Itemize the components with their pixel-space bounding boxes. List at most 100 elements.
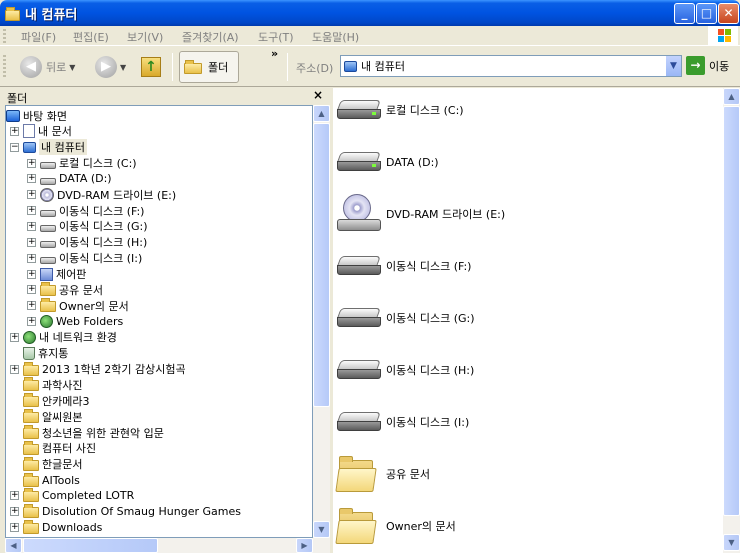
tree-item-label: 바탕 화면 <box>23 109 67 123</box>
tree-item[interactable]: 과학사진 <box>10 377 82 392</box>
scroll-thumb[interactable] <box>723 106 740 516</box>
menu-help[interactable]: 도움말(H) <box>312 29 359 45</box>
menu-bar: 파일(F) 편집(E) 보기(V) 즐겨찾기(A) 도구(T) 도움말(H) <box>0 26 740 46</box>
minimize-button[interactable]: _ <box>674 3 695 24</box>
expand-icon[interactable]: + <box>10 523 19 533</box>
tree-horizontal-scrollbar[interactable]: ◀ ▶ <box>5 538 330 553</box>
title-bar[interactable]: 내 컴퓨터 _ □ ✕ <box>0 0 740 26</box>
expand-icon[interactable]: + <box>27 317 36 327</box>
tree-item[interactable]: 바탕 화면 <box>6 108 67 123</box>
collapse-icon[interactable]: − <box>10 142 19 152</box>
expand-icon[interactable]: + <box>27 269 36 279</box>
address-dropdown-button[interactable]: ▼ <box>665 56 681 76</box>
go-label: 이동 <box>709 59 730 73</box>
tree-item[interactable]: + 공유 문서 <box>27 282 103 297</box>
tree-item-label: 청소년을 위한 관현악 입문 <box>42 426 164 440</box>
expand-icon[interactable]: + <box>10 491 19 501</box>
expand-icon[interactable]: + <box>27 158 36 168</box>
maximize-button[interactable]: □ <box>696 3 717 24</box>
expand-icon[interactable]: + <box>27 221 36 231</box>
menu-view[interactable]: 보기(V) <box>127 29 163 45</box>
tree-item[interactable]: + 이동식 디스크 (F:) <box>27 203 144 218</box>
drive-item[interactable]: 이동식 디스크 (F:) <box>337 246 471 286</box>
tree-item[interactable]: +2013 1학년 2학기 감상시험곡 <box>10 361 186 377</box>
tree-item[interactable]: 알씨원본 <box>10 409 82 424</box>
tree-item[interactable]: + 이동식 디스크 (G:) <box>27 219 148 234</box>
folders-button[interactable]: 폴더 <box>179 51 239 83</box>
tree-item[interactable]: + DVD-RAM 드라이브 (E:) <box>27 187 176 202</box>
tree-item[interactable]: 휴지통 <box>10 346 68 361</box>
toolbar-overflow-button[interactable]: » <box>271 47 278 60</box>
tree-item[interactable]: + 내 네트워크 환경 <box>10 330 117 345</box>
content-vertical-scrollbar[interactable]: ▲ ▼ <box>723 88 740 553</box>
drive-icon <box>40 209 56 217</box>
tree-item[interactable]: + Web Folders <box>27 314 123 329</box>
drive-item[interactable]: 공유 문서 <box>335 454 430 494</box>
tree-item-label: Web Folders <box>56 315 124 329</box>
item-label: DVD-RAM 드라이브 (E:) <box>386 208 506 221</box>
tree-item[interactable]: AITools <box>10 472 80 488</box>
expand-icon[interactable]: + <box>10 332 19 342</box>
drive-item[interactable]: DATA (D:) <box>337 142 439 182</box>
back-button[interactable]: ◀ 뒤로 ▼ <box>20 55 75 79</box>
menu-edit[interactable]: 편집(E) <box>73 29 109 45</box>
menu-favorites[interactable]: 즐겨찾기(A) <box>182 29 239 45</box>
expand-icon[interactable]: + <box>10 507 19 517</box>
tree-item[interactable]: + 제어판 <box>27 267 86 282</box>
drive-icon <box>40 225 56 233</box>
scroll-thumb[interactable] <box>313 123 330 407</box>
tree-item[interactable]: + 로컬 디스크 (C:) <box>27 156 137 171</box>
scroll-up-button[interactable]: ▲ <box>723 88 740 105</box>
expand-icon[interactable]: + <box>27 301 36 311</box>
menu-file[interactable]: 파일(F) <box>21 29 56 45</box>
expand-icon[interactable]: + <box>27 206 36 216</box>
tree-item[interactable]: + Disolution Of Smaug Hunger Games <box>10 504 241 519</box>
drive-item[interactable]: 이동식 디스크 (H:) <box>337 350 474 390</box>
tree-item[interactable]: + DATA (D:) <box>27 171 112 186</box>
drive-item[interactable]: DVD-RAM 드라이브 (E:) <box>337 194 505 234</box>
expand-icon[interactable]: + <box>27 190 36 200</box>
scroll-down-button[interactable]: ▼ <box>313 521 330 538</box>
tree-item[interactable]: + Downloads <box>10 520 102 535</box>
scroll-right-button[interactable]: ▶ <box>296 538 313 553</box>
forward-button[interactable]: ▶ ▼ <box>95 55 126 79</box>
tree-item[interactable]: + Completed LOTR <box>10 488 134 503</box>
removable-icon <box>337 256 381 276</box>
up-folder-icon: ↑ <box>141 57 161 77</box>
go-button[interactable]: → 이동 <box>686 56 729 75</box>
expand-icon[interactable]: + <box>10 364 19 374</box>
scroll-up-button[interactable]: ▲ <box>313 105 330 122</box>
tree-vertical-scrollbar[interactable]: ▲ ▼ <box>313 105 330 538</box>
item-label: Owner의 문서 <box>386 520 456 533</box>
removable-icon <box>337 360 381 380</box>
tree-item[interactable]: 안카메라3 <box>10 393 89 408</box>
scroll-left-button[interactable]: ◀ <box>5 538 22 553</box>
drive-item[interactable]: 로컬 디스크 (C:) <box>337 90 464 130</box>
expand-icon[interactable]: + <box>27 285 36 295</box>
content-pane[interactable]: 로컬 디스크 (C:) DATA (D:) DVD-RAM 드라이브 (E:) 이동식… <box>333 88 723 553</box>
folder-tree[interactable]: 바탕 화면 + 내 문서 − 내 컴퓨터 + 로컬 디스크 (C:) + DATA (D:) + D… <box>5 105 313 538</box>
drive-item[interactable]: 이동식 디스크 (I:) <box>337 402 469 442</box>
close-button[interactable]: ✕ <box>718 3 739 24</box>
drive-item[interactable]: Owner의 문서 <box>335 506 456 546</box>
tree-item[interactable]: − 내 컴퓨터 <box>10 139 87 156</box>
scroll-down-button[interactable]: ▼ <box>723 534 740 551</box>
up-folder-button[interactable]: ↑ <box>141 55 161 79</box>
expand-icon[interactable]: + <box>10 126 19 136</box>
tree-item[interactable]: 한글문서 <box>10 456 82 472</box>
address-bar[interactable]: 내 컴퓨터 ▼ <box>340 55 682 77</box>
tree-item[interactable]: + 이동식 디스크 (I:) <box>27 251 142 266</box>
menu-tools[interactable]: 도구(T) <box>258 29 294 45</box>
scroll-thumb[interactable] <box>23 538 158 553</box>
tree-item[interactable]: 청소년을 위한 관현악 입문 <box>10 425 164 440</box>
tree-item[interactable]: 컴퓨터 사진 <box>10 440 96 456</box>
tree-item[interactable]: + 이동식 디스크 (H:) <box>27 235 147 250</box>
item-label: 이동식 디스크 (G:) <box>386 312 475 325</box>
expand-icon[interactable]: + <box>27 253 36 263</box>
folder-pane-close-button[interactable]: × <box>313 88 323 102</box>
tree-item[interactable]: + Owner의 문서 <box>27 298 129 313</box>
expand-icon[interactable]: + <box>27 237 36 247</box>
drive-item[interactable]: 이동식 디스크 (G:) <box>337 298 475 338</box>
expand-icon[interactable]: + <box>27 174 36 184</box>
tree-item[interactable]: + 내 문서 <box>10 124 72 139</box>
